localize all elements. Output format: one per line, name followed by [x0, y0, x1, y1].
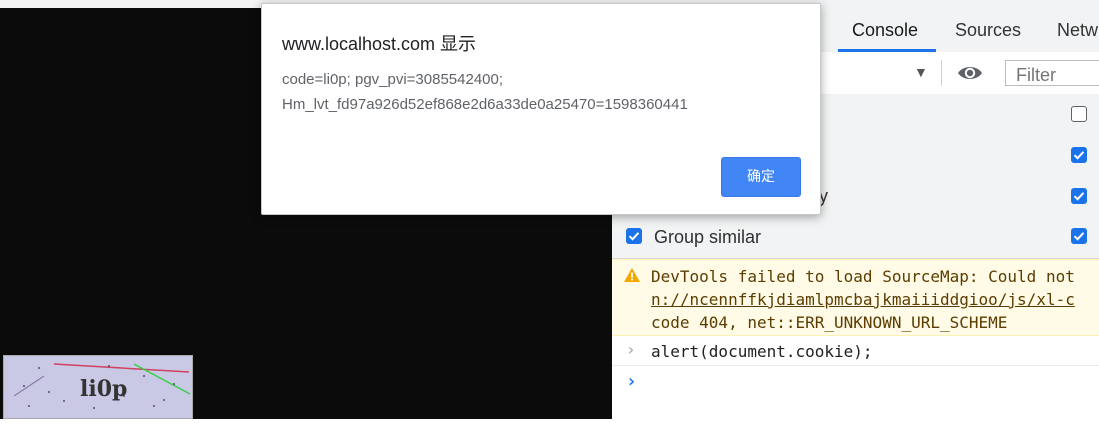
dialog-message-line: code=li0p; pgv_pvi=3085542400; [282, 71, 504, 88]
right-setting-checkbox[interactable] [1071, 106, 1087, 122]
console-warning-message: DevTools failed to load SourceMap: Could… [612, 259, 1099, 336]
warning-icon [624, 268, 640, 282]
dialog-message-line: Hm_lvt_fd97a926d52ef868e2d6a33de0a25470=… [282, 96, 688, 113]
warning-text-line: code 404, net::ERR_UNKNOWN_URL_SCHEME [651, 313, 1008, 332]
level-dropdown-icon[interactable]: ▼ [914, 64, 928, 80]
right-setting-checkbox[interactable] [1071, 188, 1087, 204]
right-setting-checkbox[interactable] [1071, 228, 1087, 244]
dialog-title: www.localhost.com 显示 [282, 34, 477, 54]
warning-text-line: DevTools failed to load SourceMap: Could… [651, 267, 1075, 286]
ok-button[interactable]: 确定 [721, 157, 801, 197]
console-prompt-icon[interactable]: › [626, 371, 637, 392]
dialog-message: code=li0p; pgv_pvi=3085542400; Hm_lvt_fd… [282, 67, 688, 117]
command-text: alert(document.cookie); [651, 342, 873, 361]
group-similar-checkbox[interactable] [626, 228, 642, 244]
eye-icon[interactable] [956, 62, 984, 84]
group-similar-label: Group similar [654, 227, 762, 247]
right-setting-checkbox[interactable] [1071, 147, 1087, 163]
filter-input[interactable]: Filter [1005, 60, 1099, 86]
tab-console[interactable]: Console [852, 20, 918, 41]
tab-sources[interactable]: Sources [955, 20, 1021, 41]
captcha-text: li0p [80, 376, 128, 402]
warning-source-link[interactable]: n://ncennffkjdiamlpmcbajkmaiiiddgioo/js/… [651, 290, 1075, 309]
captcha-image: li0p [3, 355, 193, 419]
command-chevron-icon: › [626, 340, 636, 359]
toolbar-separator [941, 60, 942, 86]
alert-dialog: www.localhost.com 显示 code=li0p; pgv_pvi=… [261, 3, 821, 215]
console-command-entry: › alert(document.cookie); [612, 336, 1099, 366]
tab-network[interactable]: Netw [1057, 20, 1098, 41]
console-output: DevTools failed to load SourceMap: Could… [612, 259, 1099, 419]
